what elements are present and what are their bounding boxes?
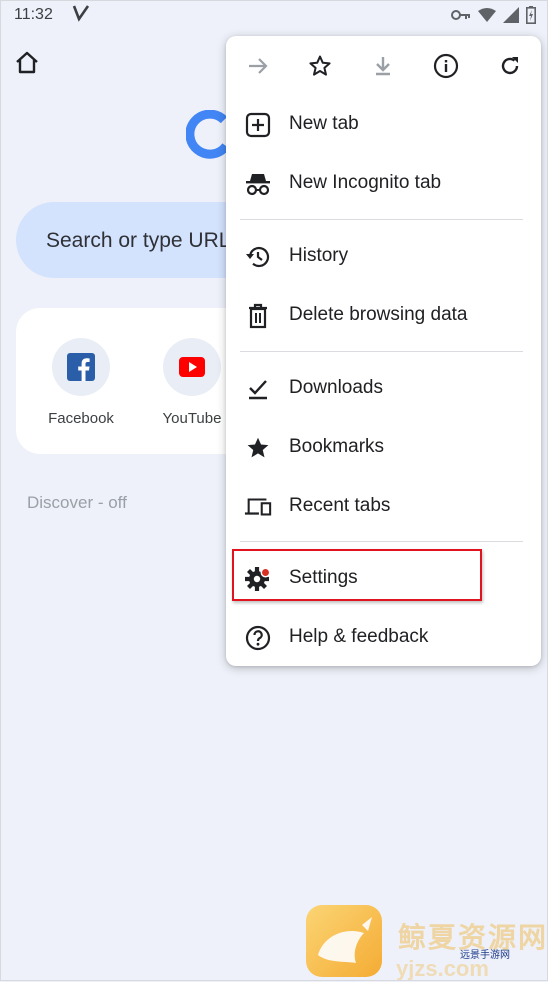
menu-label: History xyxy=(289,245,349,266)
home-icon[interactable] xyxy=(14,50,40,76)
download-icon[interactable] xyxy=(369,52,397,80)
downloads-check-icon xyxy=(244,375,272,403)
menu-divider xyxy=(240,351,523,352)
signal-icon xyxy=(503,7,519,28)
menu-item-downloads[interactable]: Downloads xyxy=(226,359,541,418)
watermark-url: yjzs.com xyxy=(396,956,489,981)
menu-label: Downloads xyxy=(289,377,383,398)
tile-facebook[interactable]: Facebook xyxy=(41,338,121,427)
info-icon[interactable] xyxy=(432,52,460,80)
incognito-icon xyxy=(244,170,272,198)
menu-label: Help & feedback xyxy=(289,626,429,647)
menu-label: New Incognito tab xyxy=(289,172,442,193)
menu-item-history[interactable]: History xyxy=(226,227,541,286)
refresh-icon[interactable] xyxy=(496,52,524,80)
menu-label: Recent tabs xyxy=(289,495,391,516)
menu-item-delete-browsing-data[interactable]: Delete browsing data xyxy=(226,286,541,345)
facebook-icon xyxy=(52,338,110,396)
vpn-check-icon xyxy=(72,4,90,27)
youtube-icon xyxy=(163,338,221,396)
history-icon xyxy=(244,243,272,271)
menu-label: Bookmarks xyxy=(289,436,385,457)
star-icon[interactable] xyxy=(306,52,334,80)
menu-divider xyxy=(240,219,523,220)
menu-divider xyxy=(240,541,523,542)
menu-label: New tab xyxy=(289,113,359,134)
menu-item-new-tab[interactable]: New tab xyxy=(226,95,541,154)
watermark-logo xyxy=(306,905,382,977)
menu-item-recent-tabs[interactable]: Recent tabs xyxy=(226,477,541,536)
tile-label: YouTube xyxy=(162,410,222,427)
status-time: 11:32 xyxy=(14,6,53,23)
discover-status: Discover - off xyxy=(27,493,127,512)
menu-item-new-incognito-tab[interactable]: New Incognito tab xyxy=(226,154,541,213)
status-bar: 11:32 xyxy=(0,0,548,30)
wifi-icon xyxy=(478,8,496,27)
devices-icon xyxy=(244,493,272,521)
help-icon xyxy=(244,624,272,652)
menu-toolbar xyxy=(226,36,541,96)
star-filled-icon xyxy=(244,434,272,462)
trash-icon xyxy=(244,302,272,330)
plus-box-icon xyxy=(244,111,272,139)
settings-highlight-annotation xyxy=(232,549,482,601)
tile-youtube[interactable]: YouTube xyxy=(152,338,232,427)
omnibox-placeholder: Search or type URL xyxy=(46,229,231,252)
vpn-key-icon xyxy=(451,8,471,27)
menu-item-help-feedback[interactable]: Help & feedback xyxy=(226,608,541,667)
battery-icon xyxy=(526,6,536,29)
menu-label: Delete browsing data xyxy=(289,304,468,325)
tile-label: Facebook xyxy=(48,410,114,427)
menu-item-bookmarks[interactable]: Bookmarks xyxy=(226,418,541,477)
forward-icon[interactable] xyxy=(244,52,272,80)
